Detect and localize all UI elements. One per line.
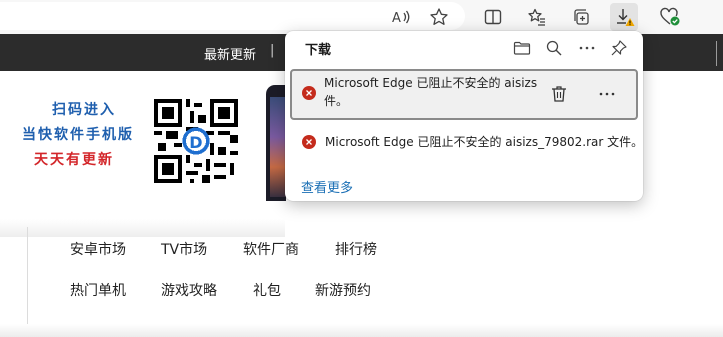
favorite-star-icon[interactable] [425, 3, 453, 31]
svg-text:D: D [189, 133, 202, 152]
blocked-error-icon [302, 135, 316, 149]
download-item-blocked[interactable]: Microsoft Edge 已阻止不安全的 aisizs_79802.rar … [290, 127, 643, 157]
read-aloud-icon[interactable]: A [387, 3, 415, 31]
nav-latest-updates[interactable]: 最新更新 [204, 44, 256, 63]
category-link-gift-packs[interactable]: 礼包 [253, 280, 281, 300]
category-link-software-vendors[interactable]: 软件厂商 [243, 239, 299, 259]
download-item-message: Microsoft Edge 已阻止不安全的 aisizs_79802.rar … [325, 135, 644, 149]
downloads-title: 下载 [305, 43, 332, 58]
open-folder-icon[interactable] [510, 36, 534, 60]
split-screen-icon[interactable] [479, 3, 507, 31]
category-link-android-market[interactable]: 安卓市场 [70, 239, 126, 259]
blocked-error-icon [302, 86, 316, 100]
nav-divider [716, 41, 717, 66]
collections-icon[interactable] [567, 3, 595, 31]
promo-line-1: 扫码进入 [52, 102, 116, 118]
trash-icon [552, 86, 566, 102]
download-item-blocked[interactable]: Microsoft Edge 已阻止不安全的 aisizs 件。 [290, 69, 638, 120]
see-more-link[interactable]: 查看更多 [301, 177, 353, 196]
promo-line-2: 当快软件手机版 [22, 127, 134, 143]
browser-essentials-icon[interactable] [656, 3, 684, 31]
download-item-more-button[interactable] [595, 82, 619, 106]
pin-icon[interactable] [607, 36, 631, 60]
qr-code-image: D [154, 99, 238, 183]
promo-text: 扫码进入 当快软件手机版 天天有更新 [22, 98, 134, 173]
search-icon[interactable] [542, 36, 566, 60]
category-link-rankings[interactable]: 排行榜 [335, 239, 377, 259]
page-bottom-shadow [0, 324, 723, 337]
promo-line-3: 天天有更新 [34, 152, 114, 168]
more-options-icon[interactable] [575, 36, 599, 60]
downloads-flyout: 下载 Microsoft Edge 已阻止不安全的 aisizs 件。 Micr… [285, 31, 643, 201]
category-link-new-game-reservations[interactable]: 新游预约 [315, 280, 371, 300]
more-options-icon [599, 92, 615, 96]
nav-separator: | [270, 43, 275, 58]
category-link-game-guides[interactable]: 游戏攻略 [161, 280, 217, 300]
download-item-message: Microsoft Edge 已阻止不安全的 aisizs 件。 [324, 74, 537, 110]
favorites-icon[interactable] [523, 3, 551, 31]
download-item-message-line-2: 件。 [324, 94, 349, 108]
category-link-tv-market[interactable]: TV市场 [161, 239, 207, 259]
category-link-popular-games[interactable]: 热门单机 [70, 280, 126, 300]
download-item-message-line-1: Microsoft Edge 已阻止不安全的 aisizs [324, 76, 538, 90]
svg-text:A: A [392, 11, 401, 26]
phone-mockup-image [266, 85, 286, 201]
browser-toolbar: A [0, 0, 723, 34]
downloads-icon[interactable] [610, 3, 638, 31]
delete-download-button[interactable] [548, 82, 570, 106]
